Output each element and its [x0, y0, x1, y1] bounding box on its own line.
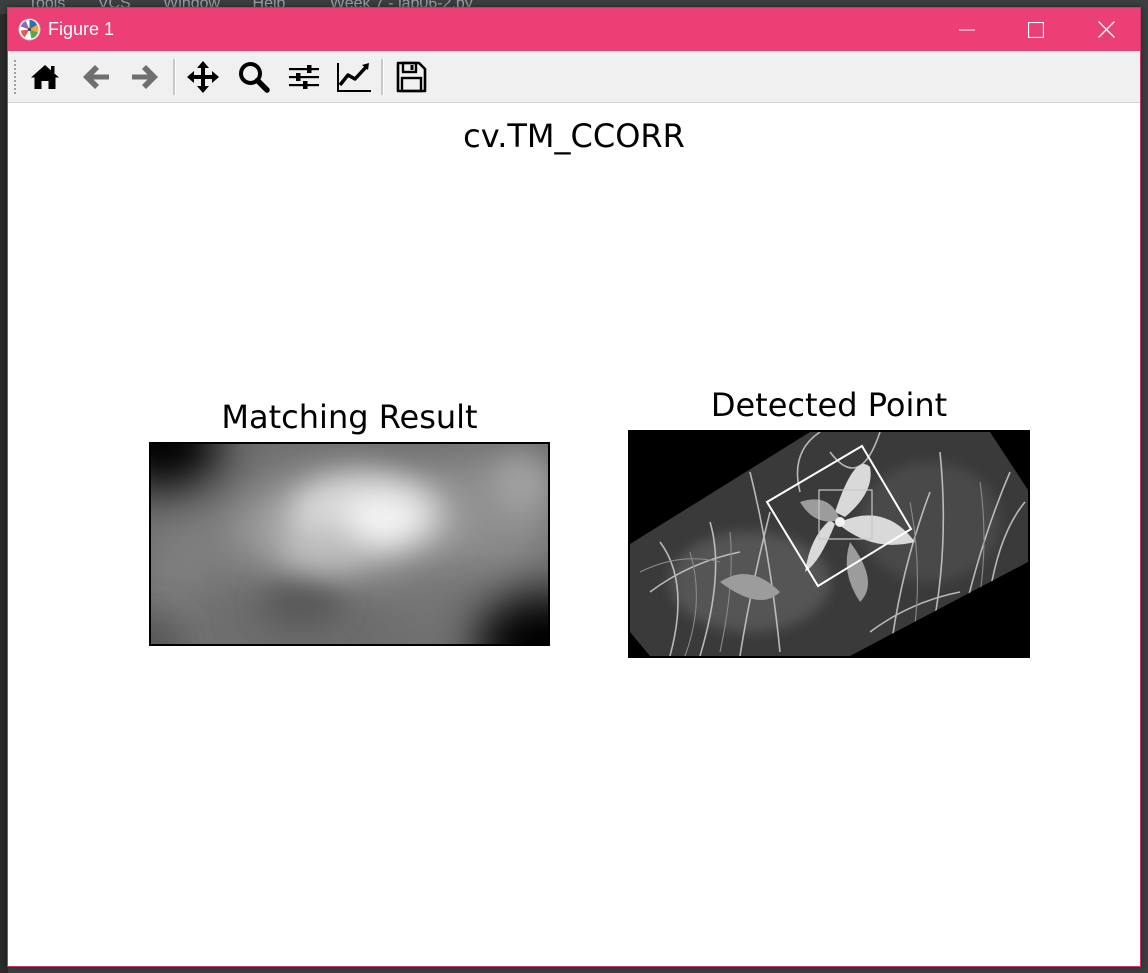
- forward-button[interactable]: [125, 57, 165, 97]
- move-icon: [187, 61, 219, 93]
- arrow-left-icon: [83, 65, 109, 89]
- home-icon: [31, 65, 59, 89]
- sliders-icon: [289, 65, 319, 89]
- pan-button[interactable]: [183, 57, 223, 97]
- window-title: Figure 1: [48, 19, 115, 39]
- figure-suptitle: cv.TM_CCORR: [463, 117, 685, 155]
- rotated-flower-image: [630, 432, 1028, 656]
- toolbar-separator: [381, 59, 384, 95]
- subplot-title-matching-result: Matching Result: [221, 398, 478, 436]
- maximize-button[interactable]: [1001, 8, 1071, 51]
- subplot-title-detected-point: Detected Point: [710, 386, 948, 424]
- figure-canvas[interactable]: cv.TM_CCORR Matching Result Detected Poi…: [8, 103, 1140, 966]
- back-button[interactable]: [76, 57, 116, 97]
- edit-axis-button[interactable]: [334, 57, 374, 97]
- maximize-icon: [1028, 21, 1044, 38]
- close-icon: [1097, 21, 1115, 38]
- arrow-right-icon: [132, 65, 158, 89]
- matplotlib-logo-icon: [18, 18, 41, 41]
- minimize-icon: [959, 29, 975, 30]
- minimize-button[interactable]: [932, 8, 1002, 51]
- toolbar-grip[interactable]: [13, 59, 17, 95]
- save-button[interactable]: [391, 57, 431, 97]
- zoom-button[interactable]: [234, 57, 274, 97]
- floppy-disk-icon: [396, 61, 427, 93]
- line-chart-icon: [337, 63, 371, 92]
- matching-result-heatmap: [149, 442, 550, 646]
- figure-window: Figure 1 cv.TM_CCORR Matching Result Det…: [7, 7, 1141, 967]
- correlation-heatmap-image: [151, 444, 548, 644]
- navigation-toolbar: [8, 51, 1140, 104]
- configure-subplots-button[interactable]: [284, 57, 324, 97]
- close-button[interactable]: [1071, 8, 1141, 51]
- title-bar[interactable]: Figure 1: [8, 8, 1140, 51]
- home-button[interactable]: [25, 57, 65, 97]
- toolbar-separator: [173, 59, 176, 95]
- detected-point-image: [628, 430, 1030, 658]
- magnifier-icon: [239, 62, 270, 93]
